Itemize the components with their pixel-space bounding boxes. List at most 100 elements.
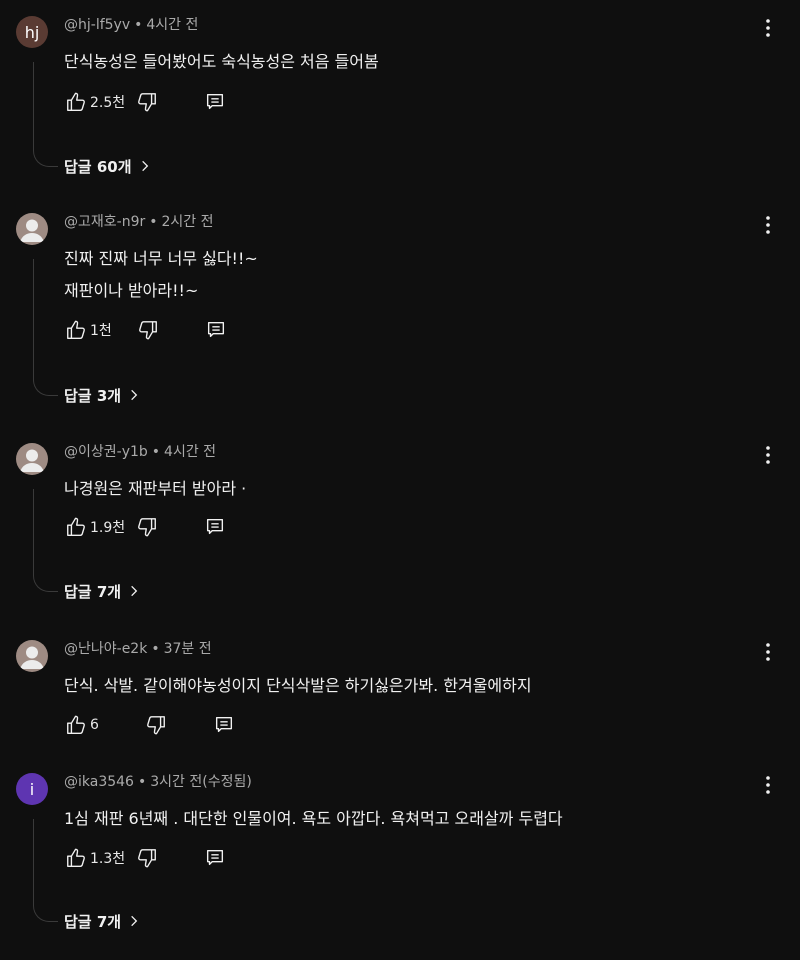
replies-label: 답글 3개 — [64, 386, 122, 405]
meta-separator: • — [137, 774, 147, 790]
comment-text: 진짜 진짜 너무 너무 싫다!!~ — [64, 249, 258, 268]
thumb-down-icon — [138, 518, 157, 537]
chevron-right-icon — [127, 914, 141, 928]
more-actions-button[interactable] — [756, 640, 780, 664]
thumb-down-icon — [138, 849, 157, 868]
comment-author[interactable]: @이상권-y1b — [64, 444, 148, 460]
replies-label: 답글 7개 — [64, 582, 122, 601]
comment-actions: 6 — [64, 713, 236, 737]
thumb-up-icon — [67, 715, 85, 734]
thumb-up-icon — [67, 92, 85, 111]
comment-author[interactable]: @hj-lf5yv — [64, 17, 130, 33]
comment-actions: 1.9천 — [64, 515, 227, 539]
like-button[interactable] — [64, 713, 88, 737]
thumb-up-icon — [67, 320, 85, 339]
comment-author[interactable]: @고재호-n9r — [64, 214, 145, 230]
thumb-down-icon — [147, 716, 165, 735]
comment-meta: @ika3546 • 3시간 전(수정됨) — [64, 771, 252, 791]
dislike-button[interactable] — [136, 318, 160, 342]
like-button[interactable] — [64, 846, 88, 870]
more-actions-button[interactable] — [756, 443, 780, 467]
reply-comment-icon — [207, 321, 224, 338]
replies-label: 답글 7개 — [64, 912, 122, 931]
comment-meta: @이상권-y1b • 4시간 전 — [64, 441, 216, 461]
view-replies-button[interactable]: 답글 60개 — [64, 154, 152, 178]
reply-comment-icon — [207, 849, 224, 866]
comment-meta: @난나야-e2k • 37분 전 — [64, 638, 212, 658]
like-button[interactable] — [64, 318, 88, 342]
thumb-down-icon — [138, 93, 157, 112]
reply-comment-icon — [207, 93, 224, 110]
comment-text: 단식. 삭발. 같이해야농성이지 단식삭발은 하기싫은가봐. 한겨울에하지 — [64, 676, 532, 695]
more-vert-icon — [766, 446, 770, 464]
avatar[interactable]: hj — [16, 16, 48, 48]
avatar-letter: i — [29, 779, 35, 799]
view-replies-button[interactable]: 답글 7개 — [64, 579, 141, 603]
default-avatar-icon — [20, 219, 44, 242]
more-vert-icon — [766, 216, 770, 234]
reply-comment-icon — [215, 716, 233, 733]
thread-connector — [33, 62, 58, 167]
reply-button[interactable] — [203, 90, 227, 114]
reply-comment-icon — [207, 518, 224, 535]
comment-author[interactable]: @ika3546 — [64, 774, 134, 790]
more-actions-button[interactable] — [756, 773, 780, 797]
comment-meta: @hj-lf5yv • 4시간 전 — [64, 14, 198, 34]
comment-time[interactable]: 4시간 전 — [164, 444, 216, 460]
like-button[interactable] — [64, 515, 88, 539]
reply-button[interactable] — [212, 713, 236, 737]
view-replies-button[interactable]: 답글 7개 — [64, 909, 141, 933]
comment-author[interactable]: @난나야-e2k — [64, 641, 147, 657]
comment-actions: 1천 — [64, 318, 228, 342]
comment-time[interactable]: 37분 전 — [164, 641, 212, 657]
thread-connector — [33, 259, 58, 396]
avatar[interactable] — [16, 640, 48, 672]
meta-separator: • — [134, 17, 143, 33]
dislike-button[interactable] — [135, 90, 159, 114]
comment-text: 재판이나 받아라!!~ — [64, 281, 199, 300]
more-actions-button[interactable] — [756, 213, 780, 237]
reply-button[interactable] — [204, 318, 228, 342]
thread-connector — [33, 489, 58, 592]
thumb-down-icon — [138, 321, 157, 340]
more-vert-icon — [766, 776, 770, 794]
chevron-right-icon — [138, 159, 152, 173]
thumb-up-icon — [67, 848, 85, 867]
meta-separator: • — [149, 214, 158, 230]
default-avatar-icon — [20, 646, 44, 669]
like-count: 1천 — [90, 323, 112, 339]
avatar[interactable]: i — [16, 773, 48, 805]
dislike-button[interactable] — [144, 713, 168, 737]
default-avatar-icon — [20, 449, 44, 472]
thumb-up-icon — [67, 517, 85, 536]
comment-time[interactable]: 4시간 전 — [146, 17, 198, 33]
comment-time[interactable]: 3시간 전(수정됨) — [150, 774, 252, 790]
like-count: 6 — [90, 717, 99, 733]
more-actions-button[interactable] — [756, 16, 780, 40]
comment-text: 단식농성은 들어봤어도 숙식농성은 처음 들어봄 — [64, 52, 379, 71]
comment-text: 1심 재판 6년째 . 대단한 인물이여. 욕도 아깝다. 욕쳐먹고 오래살까 … — [64, 809, 563, 828]
chevron-right-icon — [127, 584, 141, 598]
meta-separator: • — [151, 444, 161, 460]
comment-time[interactable]: 2시간 전 — [162, 214, 214, 230]
comment-actions: 1.3천 — [64, 846, 227, 870]
more-vert-icon — [766, 19, 770, 37]
reply-button[interactable] — [203, 515, 227, 539]
like-button[interactable] — [64, 90, 88, 114]
thread-connector — [33, 819, 58, 922]
avatar[interactable] — [16, 443, 48, 475]
dislike-button[interactable] — [135, 515, 159, 539]
like-count: 1.9천 — [90, 520, 126, 536]
like-count: 1.3천 — [90, 851, 126, 867]
reply-button[interactable] — [203, 846, 227, 870]
dislike-button[interactable] — [135, 846, 159, 870]
replies-label: 답글 60개 — [64, 157, 132, 176]
comment-text: 나경원은 재판부터 받아라 · — [64, 479, 247, 498]
view-replies-button[interactable]: 답글 3개 — [64, 383, 141, 407]
avatar[interactable] — [16, 213, 48, 245]
meta-separator: • — [151, 641, 160, 657]
avatar-letter: hj — [24, 22, 40, 42]
comment-actions: 2.5천 — [64, 90, 227, 114]
more-vert-icon — [766, 643, 770, 661]
like-count: 2.5천 — [90, 95, 126, 111]
